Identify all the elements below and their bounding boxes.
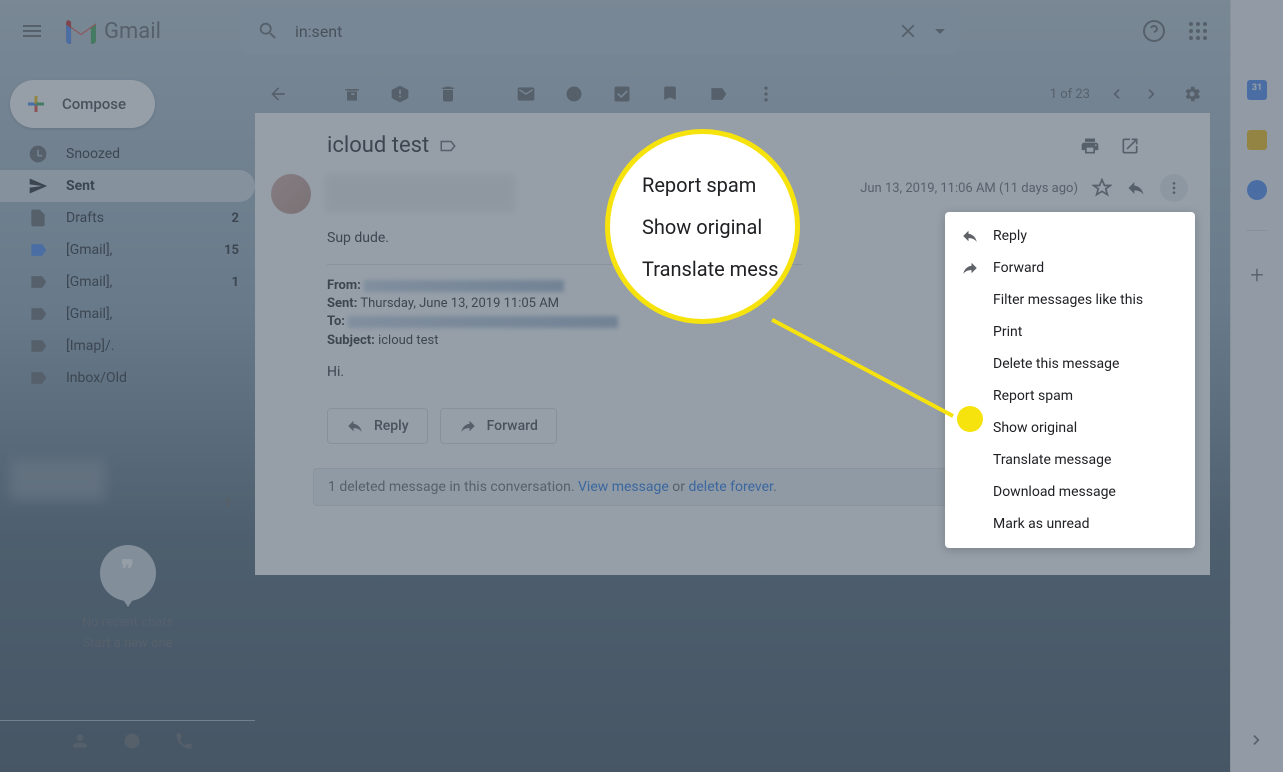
message-context-menu: Reply Forward Filter messages like this … xyxy=(945,212,1195,548)
side-panel: + xyxy=(1230,0,1283,772)
tasks-addon-icon[interactable] xyxy=(1247,180,1267,200)
phone-icon[interactable] xyxy=(174,731,194,751)
hangouts-panel: ❞ No recent chats Start a new one xyxy=(0,545,255,655)
menu-translate[interactable]: Translate message xyxy=(945,444,1195,476)
hangouts-tab-icon[interactable] xyxy=(122,731,142,751)
send-icon xyxy=(28,176,48,196)
annotation-lens: Report spam Show original Translate mess xyxy=(605,129,800,324)
sidebar-list: Snoozed Sent Drafts 2 [Gmail], 15 [Gmail… xyxy=(0,138,255,394)
contacts-icon[interactable] xyxy=(70,731,90,751)
hide-panel-icon[interactable] xyxy=(1247,730,1267,750)
annotation-dot xyxy=(957,406,983,432)
labels-icon[interactable] xyxy=(708,84,728,104)
reply-icon xyxy=(961,227,979,245)
more-icon[interactable] xyxy=(756,84,776,104)
print-icon[interactable] xyxy=(1080,136,1100,156)
search-icon[interactable] xyxy=(257,20,279,42)
sender-avatar[interactable] xyxy=(271,174,311,214)
gmail-mark-icon xyxy=(64,18,98,44)
sidebar-item-sent[interactable]: Sent xyxy=(0,170,255,202)
sidebar-item-label[interactable]: Inbox/Old xyxy=(0,362,255,394)
search-options-dropdown-icon[interactable] xyxy=(935,29,945,34)
sender-name-redacted xyxy=(325,174,515,212)
compose-label: Compose xyxy=(62,95,126,113)
label-icon xyxy=(28,304,48,324)
message-more-button[interactable] xyxy=(1160,174,1188,202)
pager-text: 1 of 23 xyxy=(1050,87,1090,102)
sidebar-item-label[interactable]: [Gmail], 1 xyxy=(0,266,255,298)
separator xyxy=(1246,230,1268,231)
hangouts-tabs xyxy=(0,720,255,760)
label-chip-icon[interactable] xyxy=(439,137,457,155)
menu-print[interactable]: Print xyxy=(945,316,1195,348)
apps-grid-icon[interactable] xyxy=(1186,19,1210,43)
spam-icon[interactable] xyxy=(390,84,410,104)
label-icon xyxy=(28,240,48,260)
gmail-text: Gmail xyxy=(104,19,161,44)
gmail-logo[interactable]: Gmail xyxy=(64,18,161,44)
hangouts-icon: ❞ xyxy=(100,545,156,601)
calendar-addon-icon[interactable] xyxy=(1247,80,1267,100)
label-icon xyxy=(28,336,48,356)
sidebar-item-label[interactable]: [Gmail], xyxy=(0,298,255,330)
reply-arrow-icon xyxy=(346,417,364,435)
next-icon[interactable] xyxy=(1142,84,1162,104)
forward-button[interactable]: Forward xyxy=(440,408,557,444)
support-icon[interactable] xyxy=(1142,19,1166,43)
sidebar-item-snoozed[interactable]: Snoozed xyxy=(0,138,255,170)
clear-icon[interactable] xyxy=(897,20,919,42)
star-icon[interactable] xyxy=(1092,178,1112,198)
mark-unread-icon[interactable] xyxy=(516,84,536,104)
reply-icon[interactable] xyxy=(1126,178,1146,198)
compose-button[interactable]: Compose xyxy=(10,80,155,128)
compose-plus-icon xyxy=(24,92,48,116)
message-date: Jun 13, 2019, 11:06 AM (11 days ago) xyxy=(860,181,1078,196)
menu-filter[interactable]: Filter messages like this xyxy=(945,284,1195,316)
file-icon xyxy=(28,208,48,228)
sidebar-item-label[interactable]: [Imap]/. xyxy=(0,330,255,362)
open-new-window-icon[interactable] xyxy=(1120,136,1140,156)
clock-icon xyxy=(28,144,48,164)
get-addons-icon[interactable]: + xyxy=(1250,261,1264,289)
header: Gmail xyxy=(0,0,1230,62)
hangouts-empty-text: No recent chats Start a new one xyxy=(0,613,255,655)
forward-arrow-icon xyxy=(459,417,477,435)
menu-reply[interactable]: Reply xyxy=(945,220,1195,252)
menu-report-spam[interactable]: Report spam xyxy=(945,380,1195,412)
user-blur xyxy=(10,460,105,500)
view-message-link[interactable]: View message xyxy=(578,479,669,495)
new-chat-button[interactable]: + xyxy=(215,488,241,514)
search-box[interactable] xyxy=(241,8,961,54)
forward-icon xyxy=(961,259,979,277)
keep-addon-icon[interactable] xyxy=(1247,130,1267,150)
more-vert-icon xyxy=(1166,180,1182,196)
menu-mark-unread[interactable]: Mark as unread xyxy=(945,508,1195,540)
menu-download[interactable]: Download message xyxy=(945,476,1195,508)
menu-forward[interactable]: Forward xyxy=(945,252,1195,284)
message-subject: icloud test xyxy=(327,133,429,158)
sidebar: Compose Snoozed Sent Drafts 2 [Gmail], 1… xyxy=(0,70,255,770)
back-icon[interactable] xyxy=(268,84,288,104)
delete-icon[interactable] xyxy=(438,84,458,104)
sidebar-item-label[interactable]: [Gmail], 15 xyxy=(0,234,255,266)
menu-icon[interactable] xyxy=(20,19,44,43)
snooze-icon[interactable] xyxy=(564,84,584,104)
message-toolbar: 1 of 23 xyxy=(262,70,1212,118)
search-input[interactable] xyxy=(295,22,897,41)
sidebar-item-drafts[interactable]: Drafts 2 xyxy=(0,202,255,234)
label-icon xyxy=(28,272,48,292)
move-to-icon[interactable] xyxy=(660,84,680,104)
add-to-tasks-icon[interactable] xyxy=(612,84,632,104)
label-icon xyxy=(28,368,48,388)
menu-delete[interactable]: Delete this message xyxy=(945,348,1195,380)
archive-icon[interactable] xyxy=(342,84,362,104)
settings-icon[interactable] xyxy=(1182,84,1202,104)
delete-forever-link[interactable]: delete forever xyxy=(688,479,772,495)
reply-button[interactable]: Reply xyxy=(327,408,428,444)
prev-icon[interactable] xyxy=(1106,84,1126,104)
